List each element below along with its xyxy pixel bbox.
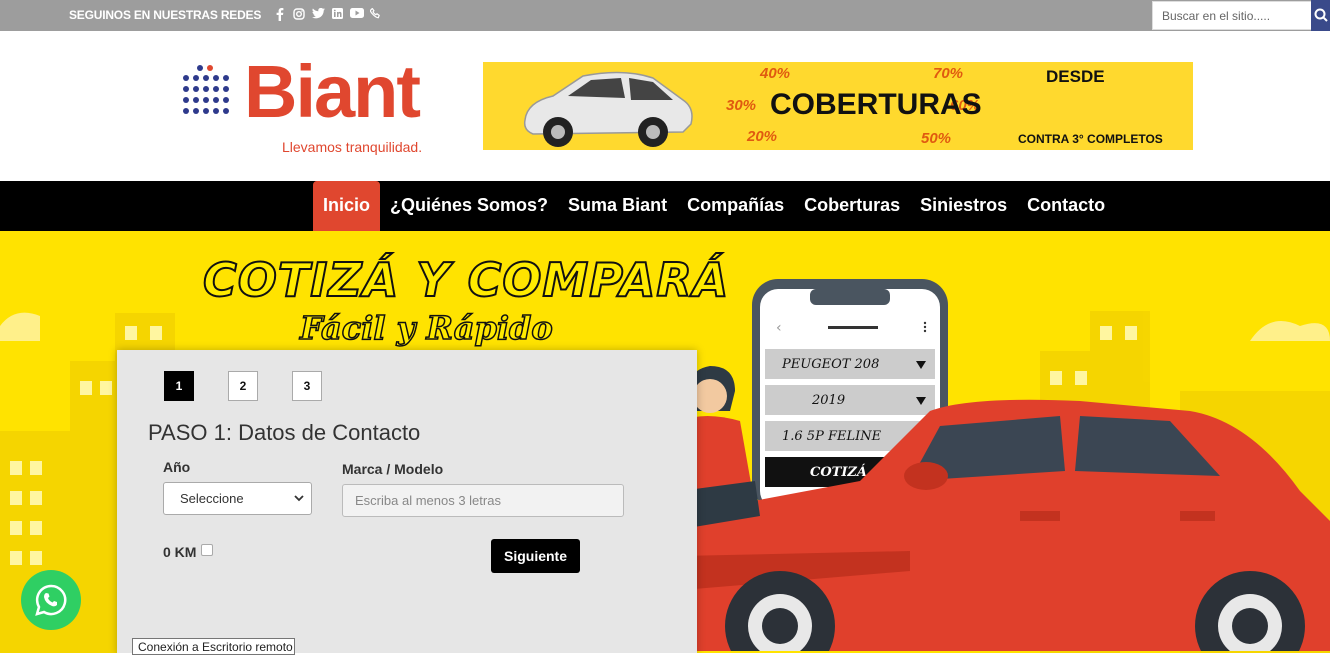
chevron-down-icon xyxy=(294,495,304,502)
nav-item-companias[interactable]: Compañías xyxy=(677,181,794,231)
banner-contra: CONTRA 3° COMPLETOS xyxy=(1018,132,1163,146)
linkedin-icon[interactable] xyxy=(331,8,343,21)
banner-percent: 30% xyxy=(726,97,757,114)
site-header: Biant Llevamos tranquilidad. 40% 70% 30%… xyxy=(0,31,1330,181)
nav-item-inicio[interactable]: Inicio xyxy=(313,181,381,231)
top-bar: SEGUINOS EN NUESTRAS REDES Buscar en el … xyxy=(0,0,1330,31)
social-label: SEGUINOS EN NUESTRAS REDES xyxy=(69,8,262,22)
banner-percent: 70% xyxy=(933,65,964,82)
nav-item-contacto[interactable]: Contacto xyxy=(1017,181,1115,231)
logo-tagline: Llevamos tranquilidad. xyxy=(282,139,423,155)
next-button[interactable]: Siguiente xyxy=(491,539,580,573)
banner-headline: COBERTURAS xyxy=(770,88,982,121)
facebook-icon[interactable] xyxy=(274,8,286,21)
hero-section: COTIZÁ Y COMPARÁ Fácil y Rápido ‹ PEUGEO… xyxy=(0,231,1330,653)
quote-form: 1 2 3 PASO 1: Datos de Contacto Año Sele… xyxy=(117,350,697,653)
social-icons xyxy=(274,7,381,21)
logo-dots-icon xyxy=(183,65,229,114)
nav-item-suma-biant[interactable]: Suma Biant xyxy=(558,181,677,231)
year-label: Año xyxy=(163,459,191,475)
model-label: Marca / Modelo xyxy=(342,461,444,477)
promo-banner[interactable]: 40% 70% 30% 60% 20% 50% COBERTURAS DESDE… xyxy=(483,62,1193,150)
form-heading: PASO 1: Datos de Contacto xyxy=(148,420,421,445)
instagram-icon[interactable] xyxy=(293,8,305,21)
car-illustration xyxy=(625,366,1330,651)
step-3[interactable]: 3 xyxy=(292,371,322,401)
step-2[interactable]: 2 xyxy=(228,371,258,401)
step-1[interactable]: 1 xyxy=(164,371,194,401)
banner-desde: DESDE xyxy=(1046,67,1105,86)
model-input[interactable]: Escriba al menos 3 letras xyxy=(342,484,624,517)
hero-title: COTIZÁ Y COMPARÁ xyxy=(202,252,730,308)
km-checkbox[interactable] xyxy=(201,544,213,556)
search-input[interactable]: Buscar en el sitio..... xyxy=(1152,1,1312,30)
whatsapp-icon xyxy=(35,584,67,616)
year-select[interactable]: Seleccione xyxy=(163,482,312,515)
km-label: 0 KM xyxy=(163,544,197,560)
youtube-icon[interactable] xyxy=(350,8,364,21)
phone-icon[interactable] xyxy=(368,7,381,21)
twitter-icon[interactable] xyxy=(312,7,325,21)
logo-wordmark: Biant xyxy=(244,50,421,133)
whatsapp-button[interactable] xyxy=(21,570,81,630)
nav-item-coberturas[interactable]: Coberturas xyxy=(794,181,910,231)
banner-percent: 40% xyxy=(760,65,791,82)
banner-percent: 50% xyxy=(921,130,952,147)
search-button[interactable] xyxy=(1311,0,1330,31)
main-nav: Inicio ¿Quiénes Somos? Suma Biant Compañ… xyxy=(0,181,1330,231)
banner-percent: 20% xyxy=(747,128,778,145)
car-image xyxy=(523,71,693,147)
remote-desktop-tooltip: Conexión a Escritorio remoto xyxy=(132,638,295,655)
search-icon xyxy=(1314,8,1328,22)
hero-subtitle: Fácil y Rápido xyxy=(299,308,553,348)
nav-item-siniestros[interactable]: Siniestros xyxy=(910,181,1017,231)
year-select-value: Seleccione xyxy=(180,491,244,506)
biant-logo[interactable]: Biant Llevamos tranquilidad. xyxy=(182,50,452,161)
nav-item-quienes-somos[interactable]: ¿Quiénes Somos? xyxy=(380,181,558,231)
form-steps: 1 2 3 xyxy=(164,371,322,401)
